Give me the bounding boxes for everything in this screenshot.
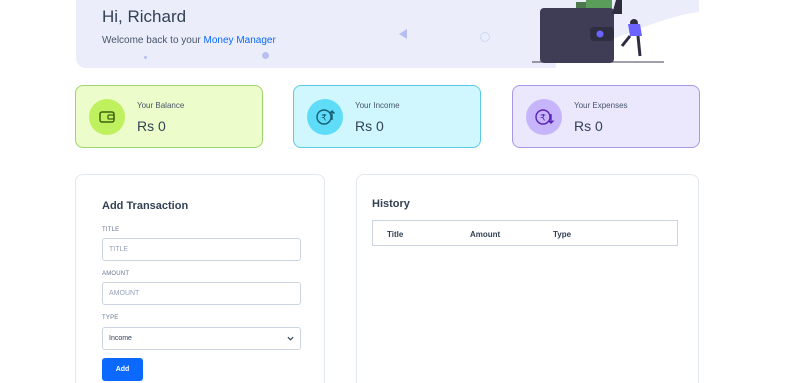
decor-dot <box>144 56 147 59</box>
history-panel: History Title Amount Type <box>356 174 699 383</box>
rupee-income-icon: ₹ <box>307 99 343 135</box>
rupee-expense-icon: ₹ <box>526 99 562 135</box>
decor-dot <box>262 52 269 59</box>
title-input[interactable] <box>102 238 301 261</box>
add-button[interactable]: Add <box>102 358 143 381</box>
amount-label: AMOUNT <box>102 271 130 277</box>
welcome-text: Welcome back to your <box>102 35 204 46</box>
balance-value: Rs 0 <box>137 118 166 134</box>
history-table-header: Title Amount Type <box>372 220 678 246</box>
income-value: Rs 0 <box>355 118 384 134</box>
svg-text:₹: ₹ <box>321 114 327 124</box>
expenses-value: Rs 0 <box>574 118 603 134</box>
income-label: Your Income <box>355 101 400 110</box>
welcome-banner: Hi, Richard Welcome back to your Money M… <box>76 0 699 68</box>
decor-triangle <box>399 29 407 39</box>
type-select[interactable]: Income <box>102 327 301 350</box>
wallet-illustration <box>532 0 699 68</box>
history-heading: History <box>372 198 410 210</box>
balance-card: Your Balance Rs 0 <box>75 85 263 148</box>
wallet-icon <box>89 99 125 135</box>
column-title: Title <box>387 230 404 239</box>
type-label: TYPE <box>102 315 119 321</box>
decor-ring <box>480 32 490 42</box>
column-amount: Amount <box>470 230 501 239</box>
balance-label: Your Balance <box>137 101 185 110</box>
expenses-label: Your Expenses <box>574 101 628 110</box>
expenses-card: ₹ Your Expenses Rs 0 <box>512 85 700 148</box>
amount-input[interactable] <box>102 282 301 305</box>
svg-text:₹: ₹ <box>540 114 546 124</box>
type-selected-value: Income <box>109 335 132 342</box>
title-label: TITLE <box>102 227 120 233</box>
income-card: ₹ Your Income Rs 0 <box>293 85 481 148</box>
brand-name: Money Manager <box>203 35 276 46</box>
add-transaction-heading: Add Transaction <box>102 200 189 212</box>
greeting-heading: Hi, Richard <box>102 7 187 26</box>
add-transaction-panel: Add Transaction TITLE AMOUNT TYPE Income… <box>75 174 325 383</box>
chevron-down-icon <box>287 336 294 341</box>
welcome-message: Welcome back to your Money Manager <box>102 35 276 46</box>
column-type: Type <box>553 230 572 239</box>
money-manager-page: Hi, Richard Welcome back to your Money M… <box>0 0 800 383</box>
